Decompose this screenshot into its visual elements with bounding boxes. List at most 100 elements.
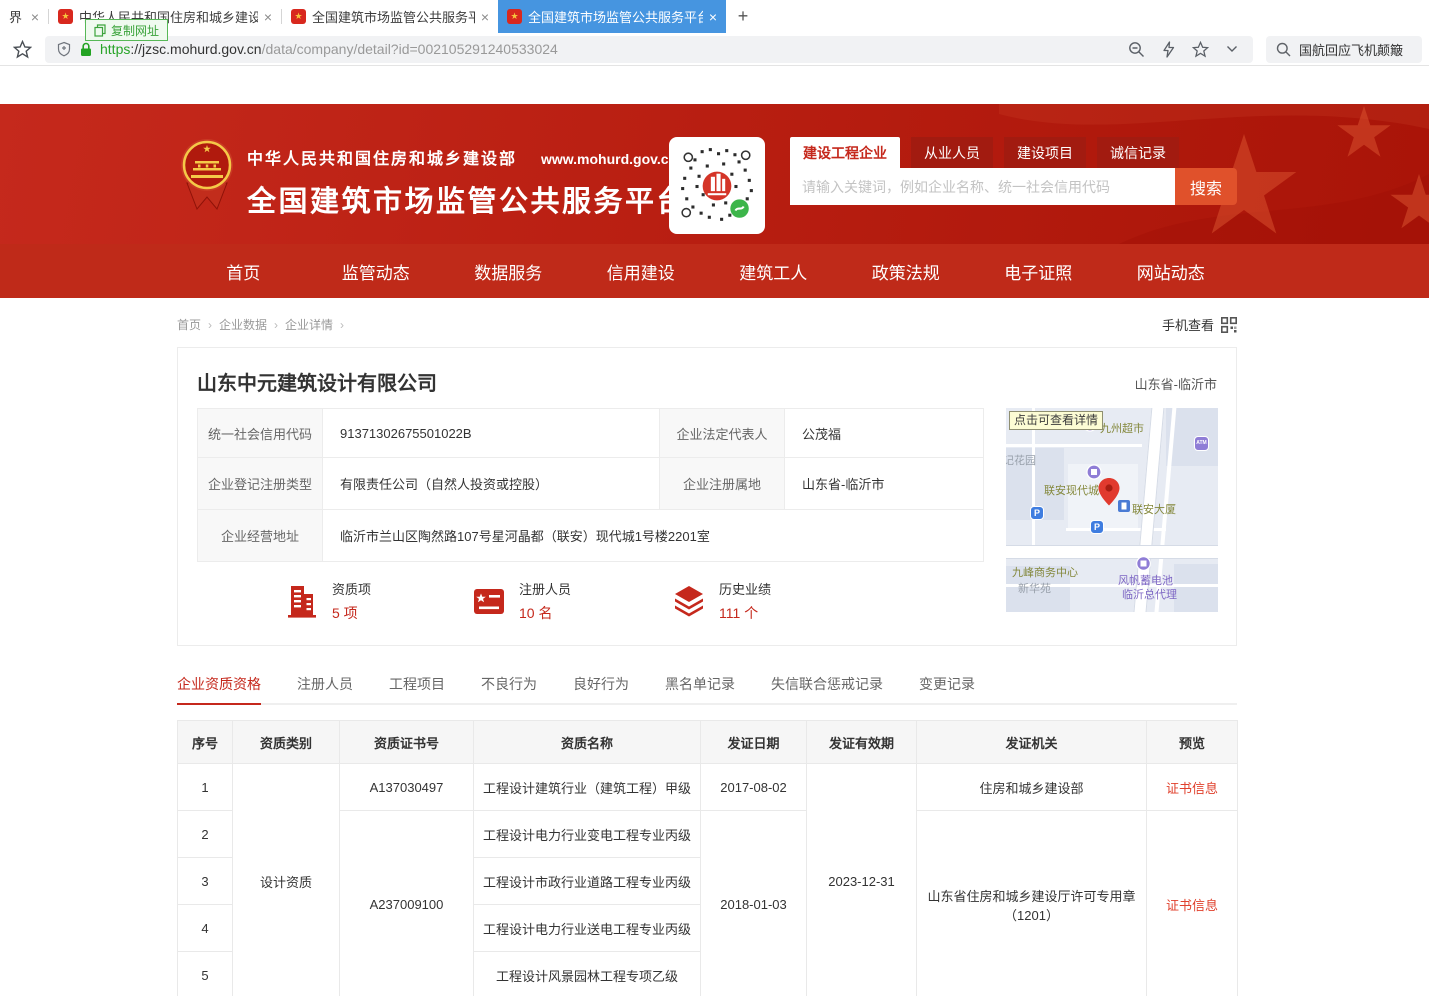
tab-favicon-emblem-icon: ★: [291, 9, 306, 24]
col-authority: 发证机关: [917, 721, 1147, 764]
main-navigation: 首页 监管动态 数据服务 信用建设 建筑工人 政策法规 电子证照 网站动态: [0, 244, 1429, 298]
url-field[interactable]: https://jzsc.mohurd.gov.cn/data/company/…: [45, 36, 1253, 63]
close-icon[interactable]: ×: [481, 10, 489, 24]
close-icon[interactable]: ×: [264, 10, 272, 24]
browser-tab-active[interactable]: ★ 全国建筑市场监管公共服务平台 ×: [498, 0, 726, 33]
nav-item-supervision[interactable]: 监管动态: [310, 244, 443, 298]
site-header: 中华人民共和国住房和城乡建设部 www.mohurd.gov.cn 全国建筑市场…: [0, 104, 1429, 244]
flash-icon[interactable]: [1162, 41, 1175, 58]
map-tooltip: 点击可查看详情: [1009, 411, 1103, 430]
mobile-view-label: 手机查看: [1162, 315, 1214, 334]
cell-seq: 5: [178, 952, 233, 996]
new-tab-button[interactable]: +: [726, 0, 760, 33]
atm-icon: ATM: [1194, 436, 1209, 451]
stat-historical-performance[interactable]: 历史业绩 111 个: [671, 579, 771, 623]
map-road: [1006, 444, 1142, 447]
layers-icon: [671, 583, 707, 619]
browser-tab[interactable]: ★ 全国建筑市场监管公共服务平台 ×: [282, 0, 498, 33]
zoom-out-icon[interactable]: [1128, 41, 1145, 58]
favorite-star-icon[interactable]: [1192, 41, 1209, 58]
chevron-down-icon[interactable]: [1226, 45, 1238, 53]
legal-rep-value: 公茂福: [785, 409, 984, 458]
url-host: ://jzsc.mohurd.gov.cn: [130, 41, 261, 57]
ministry-website: www.mohurd.gov.cn: [541, 151, 677, 167]
address-label: 企业经营地址: [198, 510, 323, 562]
company-info-table: 统一社会信用代码 91371302675501022B 企业法定代表人 公茂福 …: [197, 408, 984, 562]
close-icon[interactable]: ×: [31, 10, 39, 24]
table-header-row: 序号 资质类别 资质证书号 资质名称 发证日期 发证有效期 发证机关 预览: [178, 721, 1238, 764]
url-scheme: https: [100, 41, 130, 57]
wechat-qr-code: [669, 137, 765, 234]
tab-dishonesty-records[interactable]: 失信联合惩戒记录: [771, 674, 883, 703]
company-location-map[interactable]: 点击可查看详情 九州超市 ATM 记花园 联安现代城 联安大厦: [1006, 408, 1218, 612]
certificate-info-link[interactable]: 证书信息: [1147, 811, 1238, 996]
stat-registered-personnel[interactable]: 注册人员 10 名: [471, 579, 571, 623]
stat-value: 10 名: [519, 603, 571, 623]
stat-value: 111 个: [719, 603, 771, 623]
stat-value: 5 项: [332, 603, 371, 623]
shield-icon[interactable]: [56, 41, 72, 57]
nav-item-policy[interactable]: 政策法规: [840, 244, 973, 298]
breadcrumb-company-data[interactable]: 企业数据: [219, 316, 267, 333]
cell-valid-until: 2023-12-31: [807, 764, 917, 996]
search-tab-credit[interactable]: 诚信记录: [1097, 137, 1179, 168]
cell-issue-date: 2018-01-03: [701, 811, 807, 996]
url-bar: https://jzsc.mohurd.gov.cn/data/company/…: [0, 33, 1429, 66]
building-icon: [284, 583, 320, 619]
mobile-view-link[interactable]: 手机查看: [1162, 315, 1237, 334]
cell-seq: 2: [178, 811, 233, 858]
tab-blacklist[interactable]: 黑名单记录: [665, 674, 735, 703]
platform-title: 全国建筑市场监管公共服务平台: [247, 178, 688, 220]
stat-qualifications[interactable]: 资质项 5 项: [284, 579, 371, 623]
nav-item-data-service[interactable]: 数据服务: [442, 244, 575, 298]
browser-tab[interactable]: 界 ×: [0, 0, 48, 33]
battery-pin-icon: [1136, 556, 1151, 571]
url-field-actions: [1128, 41, 1242, 58]
map-label-xinhua: 新华苑: [1018, 580, 1051, 596]
hot-search-text: 国航回应飞机颠簸: [1299, 40, 1403, 59]
certificate-info-link[interactable]: 证书信息: [1147, 764, 1238, 811]
search-category-tabs: 建设工程企业 从业人员 建设项目 诚信记录: [790, 137, 1237, 168]
browser-chrome: 界 × ★ 中华人民共和国住房和城乡建设 × ★ 全国建筑市场监管公共服务平台 …: [0, 0, 1429, 104]
company-stats: 资质项 5 项 注册人员 10 名: [197, 579, 984, 623]
tab-title: 全国建筑市场监管公共服务平台: [312, 7, 475, 26]
nav-item-e-license[interactable]: 电子证照: [972, 244, 1105, 298]
nav-item-credit[interactable]: 信用建设: [575, 244, 708, 298]
quick-search-box[interactable]: 国航回应飞机颠簸: [1266, 36, 1422, 63]
cell-issue-date: 2017-08-02: [701, 764, 807, 811]
tab-qualifications[interactable]: 企业资质资格: [177, 674, 261, 703]
search-icon: [1276, 42, 1291, 57]
breadcrumb-home[interactable]: 首页: [177, 316, 201, 333]
tab-good-behavior[interactable]: 良好行为: [573, 674, 629, 703]
breadcrumb-separator: ›: [274, 318, 278, 332]
nav-item-workers[interactable]: 建筑工人: [707, 244, 840, 298]
cell-name: 工程设计建筑行业（建筑工程）甲级: [474, 764, 701, 811]
ministry-name: 中华人民共和国住房和城乡建设部: [247, 145, 517, 169]
search-button[interactable]: 搜索: [1175, 168, 1237, 205]
reg-place-label: 企业注册属地: [660, 458, 785, 510]
tab-bad-behavior[interactable]: 不良行为: [481, 674, 537, 703]
tab-strip: 界 × ★ 中华人民共和国住房和城乡建设 × ★ 全国建筑市场监管公共服务平台 …: [0, 0, 1429, 33]
cell-seq: 3: [178, 858, 233, 905]
tab-projects[interactable]: 工程项目: [389, 674, 445, 703]
reg-type-value: 有限责任公司（自然人投资或控股）: [323, 458, 660, 510]
search-tab-project[interactable]: 建设项目: [1004, 137, 1086, 168]
close-icon[interactable]: ×: [709, 10, 717, 24]
search-tab-personnel[interactable]: 从业人员: [911, 137, 993, 168]
location-pin-icon: [1098, 478, 1120, 506]
nav-item-home[interactable]: 首页: [177, 244, 310, 298]
breadcrumb-company-detail[interactable]: 企业详情: [285, 316, 333, 333]
stat-label: 资质项: [332, 579, 371, 598]
credit-code-label: 统一社会信用代码: [198, 409, 323, 458]
reg-place-value: 山东省-临沂市: [785, 458, 984, 510]
cell-seq: 4: [178, 905, 233, 952]
platform-search-input[interactable]: [790, 168, 1175, 205]
tab-registered-personnel[interactable]: 注册人员: [297, 674, 353, 703]
nav-item-site-news[interactable]: 网站动态: [1105, 244, 1238, 298]
tab-change-records[interactable]: 变更记录: [919, 674, 975, 703]
address-value: 临沂市兰山区陶然路107号星河晶都（联安）现代城1号楼2201室: [323, 510, 984, 562]
breadcrumb-separator: ›: [208, 318, 212, 332]
lock-icon: [80, 42, 92, 57]
bookmark-star-icon[interactable]: [13, 40, 32, 59]
search-tab-enterprise[interactable]: 建设工程企业: [790, 137, 900, 168]
